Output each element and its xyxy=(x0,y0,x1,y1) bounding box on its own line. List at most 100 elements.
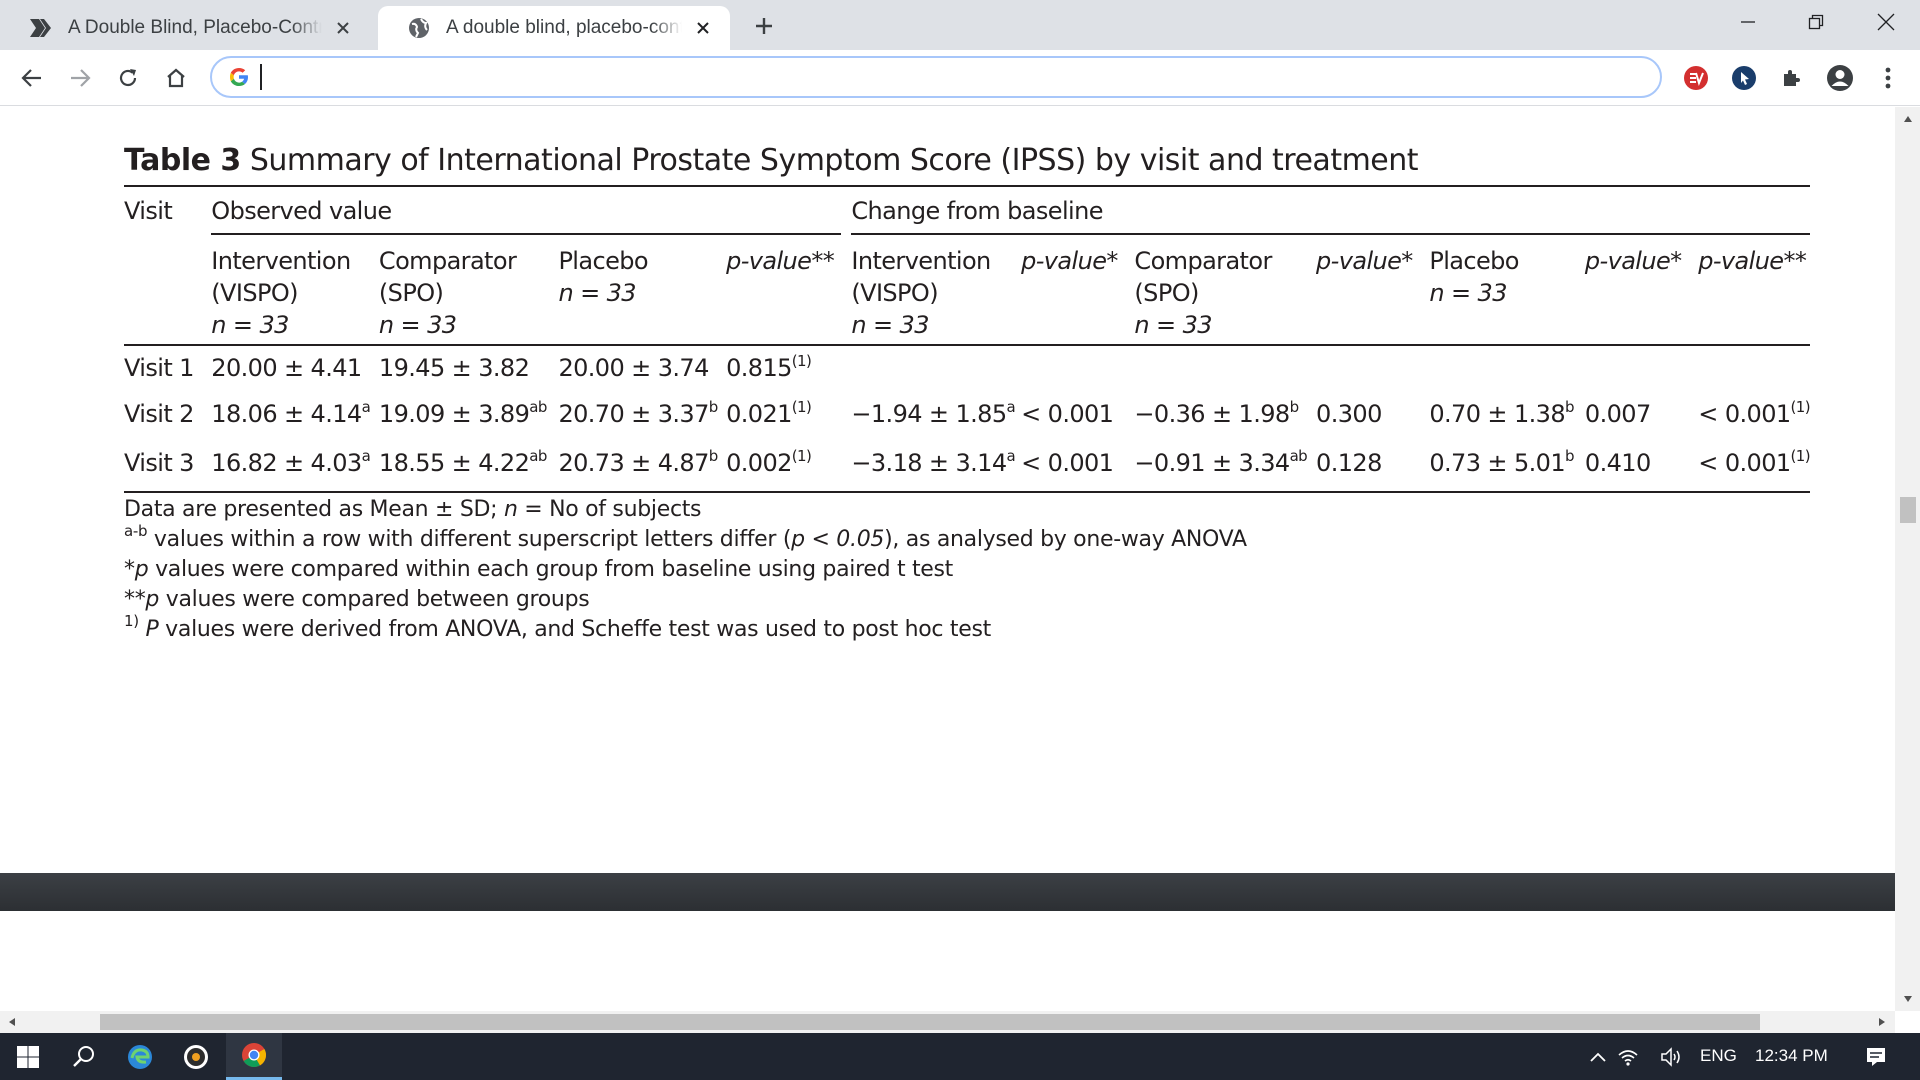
cell-value: −3.18 ± 3.14 xyxy=(851,449,1007,477)
h-n: n = 33 xyxy=(378,311,457,339)
table-caption: Summary of International Prostate Sympto… xyxy=(249,143,1419,178)
arrow-right-icon xyxy=(71,69,91,87)
h-line: n = 33 xyxy=(1134,309,1316,341)
header-chg-comparator: Comparator (SPO) n = 33 xyxy=(1134,235,1316,345)
h-line: (SPO) xyxy=(1134,279,1199,307)
table-title: Table 3 Summary of International Prostat… xyxy=(124,143,1419,178)
header-chg-placebo-p: p-value* xyxy=(1585,235,1698,345)
fn-italic: p xyxy=(134,557,149,582)
header-obs-comparator: Comparator (SPO) n = 33 xyxy=(379,235,559,345)
taskbar-edge[interactable] xyxy=(112,1033,168,1080)
language-indicator[interactable]: ENG xyxy=(1700,1046,1737,1066)
h-n: n = 33 xyxy=(1429,279,1507,307)
extension-ev-button[interactable] xyxy=(1682,64,1710,92)
media-player-icon xyxy=(184,1044,208,1069)
cell-superscript: ab xyxy=(529,398,547,416)
h-n: n = 33 xyxy=(851,311,929,339)
cell-obs-pvalue: 0.815(1) xyxy=(726,344,852,394)
cell-obs-placebo: 20.00 ± 3.74 xyxy=(558,344,727,394)
reload-button[interactable] xyxy=(110,60,146,96)
volume-button[interactable] xyxy=(1652,1033,1692,1080)
address-bar[interactable] xyxy=(210,56,1662,98)
cell-chg-comparator: −0.36 ± 1.98b xyxy=(1134,394,1316,443)
header-chg-intervention-p: p-value* xyxy=(1021,235,1134,345)
tab-1-close-icon[interactable] xyxy=(332,17,354,39)
cell-superscript: b xyxy=(1289,398,1300,416)
tab-2-close-icon[interactable] xyxy=(692,17,714,39)
back-button[interactable] xyxy=(14,60,50,96)
taskbar-chrome[interactable] xyxy=(226,1033,282,1080)
windows-logo-icon xyxy=(17,1045,39,1068)
restore-button[interactable] xyxy=(1782,0,1850,44)
fn-text: values were compared between groups xyxy=(159,587,590,612)
cell-chg-intervention: −1.94 ± 1.85a xyxy=(851,394,1021,443)
fn-text: Data are presented as Mean ± SD; xyxy=(124,497,504,522)
cell-value: 19.45 ± 3.82 xyxy=(378,354,530,382)
cell-superscript: a xyxy=(1006,447,1016,465)
notifications-button[interactable] xyxy=(1848,1033,1904,1080)
globe-icon xyxy=(409,18,429,38)
horizontal-scroll-thumb[interactable] xyxy=(100,1014,1760,1030)
cell-value: 0.70 ± 1.38 xyxy=(1429,400,1566,428)
search-button[interactable] xyxy=(56,1033,112,1080)
taskbar-media[interactable] xyxy=(168,1033,224,1080)
close-icon xyxy=(1877,13,1895,31)
table-row: Visit 3 16.82 ± 4.03a 18.55 ± 4.22ab 20.73 … xyxy=(124,443,1811,493)
new-tab-button[interactable] xyxy=(748,10,780,42)
scroll-down-arrow-icon[interactable] xyxy=(1898,989,1918,1009)
h-line: Placebo xyxy=(558,247,648,275)
scroll-right-arrow-icon[interactable] xyxy=(1872,1012,1892,1032)
minimize-button[interactable] xyxy=(1714,0,1782,44)
search-icon xyxy=(73,1045,94,1067)
cell-superscript: b xyxy=(1565,447,1575,465)
profile-button[interactable] xyxy=(1826,64,1854,92)
cell-value: −1.94 ± 1.85 xyxy=(851,400,1007,428)
page-dark-band xyxy=(0,873,1895,911)
cell-chg-intervention-p: < 0.001 xyxy=(1021,394,1134,443)
cell-superscript: a xyxy=(361,398,371,416)
cell-obs-intervention: 16.82 ± 4.03a xyxy=(211,443,379,493)
cell-obs-intervention: 20.00 ± 4.41 xyxy=(211,344,379,394)
forward-button[interactable] xyxy=(62,60,98,96)
minimize-icon xyxy=(1741,21,1755,23)
page-viewport: Table 3 Summary of International Prostat… xyxy=(0,107,1895,1011)
cell-value: 0.300 xyxy=(1316,400,1382,428)
header-obs-pvalue: p-value** xyxy=(726,235,851,345)
h-p: p-value** xyxy=(1698,247,1807,275)
network-button[interactable] xyxy=(1608,1033,1648,1080)
header-row-2: Intervention (VISPO) n = 33 Comparator (SPO… xyxy=(124,235,1810,345)
tab-2[interactable]: A double blind, placebo-controlled xyxy=(378,6,730,50)
cell-superscript: a xyxy=(361,447,371,465)
extensions-button[interactable] xyxy=(1778,64,1806,92)
cell-value: 0.73 ± 5.01 xyxy=(1429,449,1566,477)
address-input[interactable] xyxy=(274,66,1654,88)
cell-value: < 0.001 xyxy=(1698,400,1791,428)
cell-visit: Visit 3 xyxy=(124,443,212,493)
scroll-left-arrow-icon[interactable] xyxy=(2,1012,22,1032)
fn-text: ** xyxy=(124,587,146,612)
horizontal-scrollbar[interactable] xyxy=(0,1011,1895,1033)
h-p: p-value* xyxy=(1021,247,1118,275)
cell-value: 20.70 ± 3.37 xyxy=(558,400,709,428)
menu-button[interactable] xyxy=(1874,64,1902,92)
scroll-up-arrow-icon[interactable] xyxy=(1898,109,1918,129)
home-button[interactable] xyxy=(158,60,194,96)
puzzle-icon xyxy=(1784,70,1800,86)
wifi-icon xyxy=(1618,1049,1638,1066)
cell-value: 18.06 ± 4.14 xyxy=(211,400,362,428)
close-window-button[interactable] xyxy=(1852,0,1920,44)
cell-value: Visit 2 xyxy=(124,400,194,428)
clock[interactable]: 12:34 PM xyxy=(1755,1046,1828,1066)
cell-value: < 0.001 xyxy=(1021,449,1114,477)
start-button[interactable] xyxy=(0,1033,56,1080)
extension-cursor-button[interactable] xyxy=(1730,64,1758,92)
vertical-scrollbar[interactable] xyxy=(1895,107,1920,1011)
tab-1[interactable]: A Double Blind, Placebo-Controlled xyxy=(0,6,370,50)
header-chg-pvalue: p-value** xyxy=(1698,235,1810,345)
google-icon xyxy=(230,68,248,86)
readcube-icon xyxy=(30,19,51,37)
header-observed-label: Observed value xyxy=(211,197,842,235)
cell-obs-comparator: 18.55 ± 4.22ab xyxy=(378,443,559,493)
vertical-scroll-thumb[interactable] xyxy=(1900,497,1916,523)
cell-chg-comparator-p xyxy=(1316,344,1430,394)
